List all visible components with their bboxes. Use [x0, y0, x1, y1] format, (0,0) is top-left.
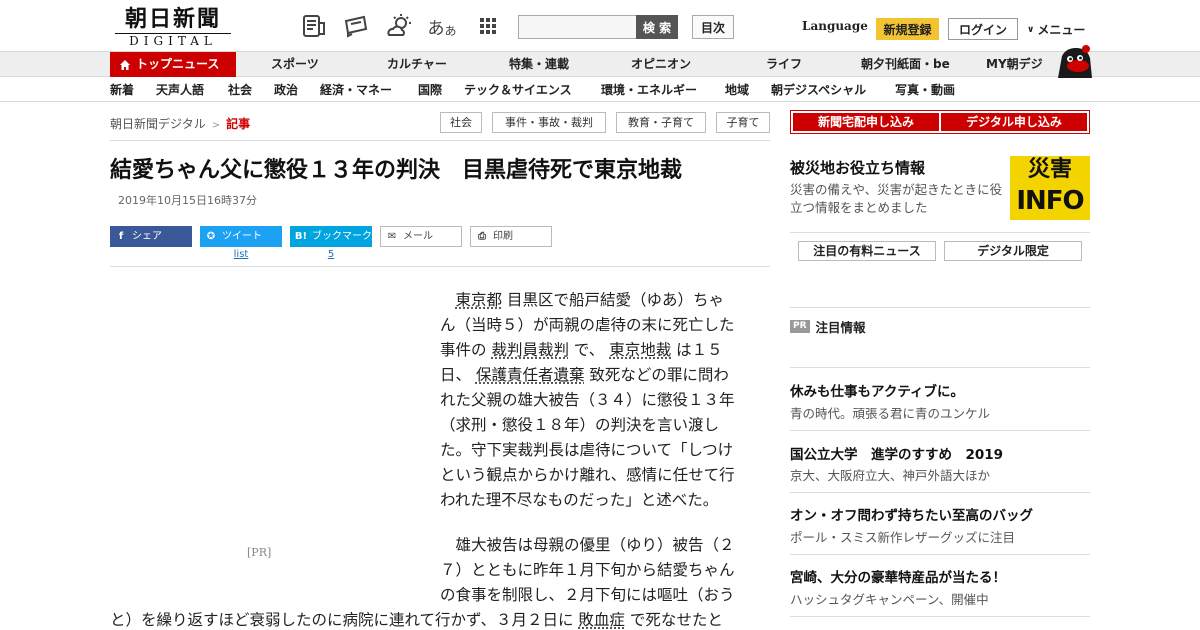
- nav-politics[interactable]: 政治: [274, 78, 298, 102]
- mail-icon: ✉: [387, 231, 397, 242]
- ad-description-2: 京大、大阪府立大、神戸外語大ほか: [790, 468, 991, 483]
- divider: [790, 554, 1090, 555]
- tag-education[interactable]: 教育・子育て: [616, 112, 706, 133]
- pr-badge: PR: [790, 320, 810, 333]
- pr-label: [PR]: [247, 546, 272, 559]
- toc-button[interactable]: 目次: [692, 15, 734, 39]
- tab-digital-only[interactable]: デジタル限定: [944, 241, 1082, 261]
- chevron-down-icon: ∨: [1027, 24, 1035, 35]
- font-size-icon[interactable]: ああ: [428, 12, 457, 40]
- nav-region[interactable]: 地域: [725, 78, 749, 102]
- nav-top-news[interactable]: トップニュース: [110, 52, 236, 77]
- scrapbook-icon[interactable]: [342, 12, 370, 40]
- tag-incidents[interactable]: 事件・事故・裁判: [492, 112, 606, 133]
- ad-link-3[interactable]: オン・オフ問わず持ちたい至高のバッグ: [790, 504, 1033, 524]
- nav-culture[interactable]: カルチャー: [387, 52, 447, 77]
- asahi-digital-logo[interactable]: 朝日新聞 DIGITAL: [115, 8, 231, 48]
- breadcrumb: 朝日新聞デジタル > 記事: [110, 115, 250, 132]
- article-paragraph-2: 雄大被告は母親の優里（ゆり）被告（２ ７）とともに昨年１月下旬から結愛ちゃん の…: [440, 536, 735, 604]
- divider: [790, 307, 1090, 308]
- tag-parenting[interactable]: 子育て: [716, 112, 770, 133]
- grid-menu-icon[interactable]: [474, 12, 502, 40]
- ad-description-3: ポール・スミス新作レザーグッズに注目: [790, 530, 1016, 545]
- mail-share-button[interactable]: ✉ メール: [380, 226, 462, 247]
- site-header: 朝日新聞 DIGITAL ああ 検 索 目次 Language 新規登録 ログイ…: [0, 0, 1200, 52]
- login-button[interactable]: ログイン: [948, 18, 1018, 40]
- digital-subscribe-button[interactable]: デジタル申し込み: [941, 113, 1087, 131]
- search-input[interactable]: [518, 15, 637, 39]
- disaster-info-description: 災害の備えや、災害が起きたときに役立つ情報をまとめました: [790, 182, 1003, 215]
- disaster-info-title[interactable]: 被災地お役立ち情報: [790, 157, 925, 178]
- keyword-link-tokyo-court[interactable]: 東京地裁: [609, 341, 671, 359]
- primary-nav: トップニュース スポーツ カルチャー 特集・連載 オピニオン ライフ 朝夕刊紙面…: [0, 52, 1200, 77]
- divider: [790, 367, 1090, 368]
- nav-papers[interactable]: 朝夕刊紙面・be: [861, 52, 950, 77]
- keyword-link-sepsis[interactable]: 敗血症: [578, 611, 625, 629]
- mascot-character[interactable]: [1054, 44, 1094, 80]
- nav-opinion[interactable]: オピニオン: [631, 52, 691, 77]
- nav-tech-science[interactable]: テック＆サイエンス: [464, 78, 572, 102]
- language-link[interactable]: Language: [802, 19, 868, 33]
- nav-sports[interactable]: スポーツ: [271, 52, 319, 77]
- twitter-share-button[interactable]: ✪ ツイート: [200, 226, 282, 247]
- subscription-box: 新聞宅配申し込み デジタル申し込み: [790, 110, 1090, 134]
- logo-kanji: 朝日新聞: [124, 6, 221, 32]
- ad-link-1[interactable]: 休みも仕事もアクティブに。: [790, 380, 964, 400]
- breadcrumb-separator: >: [211, 120, 221, 131]
- twitter-count[interactable]: list: [200, 249, 282, 260]
- pr-section-heading: PR 注目情報: [790, 317, 866, 336]
- article-paragraph-1: 東京都 目黒区で船戸結愛（ゆあ）ちゃ ん（当時５）が両親の虐待の末に死亡した 事…: [440, 291, 735, 509]
- disaster-info-banner[interactable]: 災害 INFO: [1010, 156, 1090, 220]
- facebook-share-button[interactable]: f シェア: [110, 226, 192, 247]
- home-icon: [120, 60, 130, 70]
- hatena-count[interactable]: 5: [290, 249, 372, 260]
- keyword-link-saibanin[interactable]: 裁判員裁判: [491, 341, 569, 359]
- article-title: 結愛ちゃん父に懲役１３年の判決 目黒虐待死で東京地裁: [110, 158, 683, 183]
- divider: [110, 266, 770, 267]
- ad-link-2[interactable]: 国公立大学 進学のすすめ 2019: [790, 443, 1003, 463]
- weather-icon[interactable]: [385, 12, 413, 40]
- nav-economy[interactable]: 経済・マネー: [320, 78, 392, 102]
- divider: [110, 140, 770, 141]
- nav-society[interactable]: 社会: [228, 78, 252, 102]
- search-button[interactable]: 検 索: [636, 15, 678, 39]
- breadcrumb-current: 記事: [226, 117, 251, 131]
- keyword-link-hogo[interactable]: 保護責任者遺棄: [476, 366, 585, 384]
- breadcrumb-home[interactable]: 朝日新聞デジタル: [110, 117, 206, 131]
- newspaper-icon[interactable]: [300, 12, 328, 40]
- facebook-icon: f: [118, 231, 124, 242]
- divider: [790, 616, 1090, 617]
- register-button[interactable]: 新規登録: [876, 18, 939, 40]
- hatena-icon: B!: [294, 231, 308, 242]
- tag-society[interactable]: 社会: [440, 112, 482, 133]
- nav-tensei-jingo[interactable]: 天声人語: [156, 78, 204, 102]
- article-paragraph-2-continued: と）を繰り返すほど衰弱したのに病院に連れて行かず、３月２日に 敗血症 で死なせた…: [110, 611, 723, 629]
- divider: [790, 232, 1090, 233]
- nav-latest[interactable]: 新着: [110, 78, 134, 102]
- nav-photo-video[interactable]: 写真・動画: [895, 78, 955, 102]
- print-button[interactable]: ⎙ 印刷: [470, 226, 552, 247]
- nav-special[interactable]: 朝デジスペシャル: [771, 78, 866, 102]
- divider: [790, 492, 1090, 493]
- article-date: 2019年10月15日16時37分: [118, 194, 257, 207]
- twitter-icon: ✪: [206, 231, 216, 242]
- keyword-link-tokyo[interactable]: 東京都: [456, 291, 503, 309]
- newspaper-subscribe-button[interactable]: 新聞宅配申し込み: [793, 113, 939, 131]
- printer-icon: ⎙: [478, 231, 486, 242]
- nav-my-asadigi[interactable]: MY朝デジ: [986, 52, 1043, 77]
- nav-international[interactable]: 国際: [418, 78, 442, 102]
- menu-button[interactable]: ∨ メニュー: [1027, 21, 1085, 38]
- hatena-bookmark-button[interactable]: B! ブックマーク: [290, 226, 372, 247]
- nav-life[interactable]: ライフ: [766, 52, 802, 77]
- ad-description-1: 青の時代。頑張る君に青のユンケル: [790, 406, 991, 421]
- ad-description-4: ハッシュタグキャンペーン、開催中: [790, 592, 989, 607]
- secondary-nav: 新着 天声人語 社会 政治 経済・マネー 国際 テック＆サイエンス 環境・エネル…: [0, 78, 1200, 102]
- logo-latin: DIGITAL: [115, 33, 231, 48]
- nav-features[interactable]: 特集・連載: [509, 52, 569, 77]
- ad-link-4[interactable]: 宮崎、大分の豪華特産品が当たる！: [790, 566, 1006, 586]
- divider: [790, 430, 1090, 431]
- nav-environment[interactable]: 環境・エネルギー: [601, 78, 697, 102]
- tab-paid-news[interactable]: 注目の有料ニュース: [798, 241, 936, 261]
